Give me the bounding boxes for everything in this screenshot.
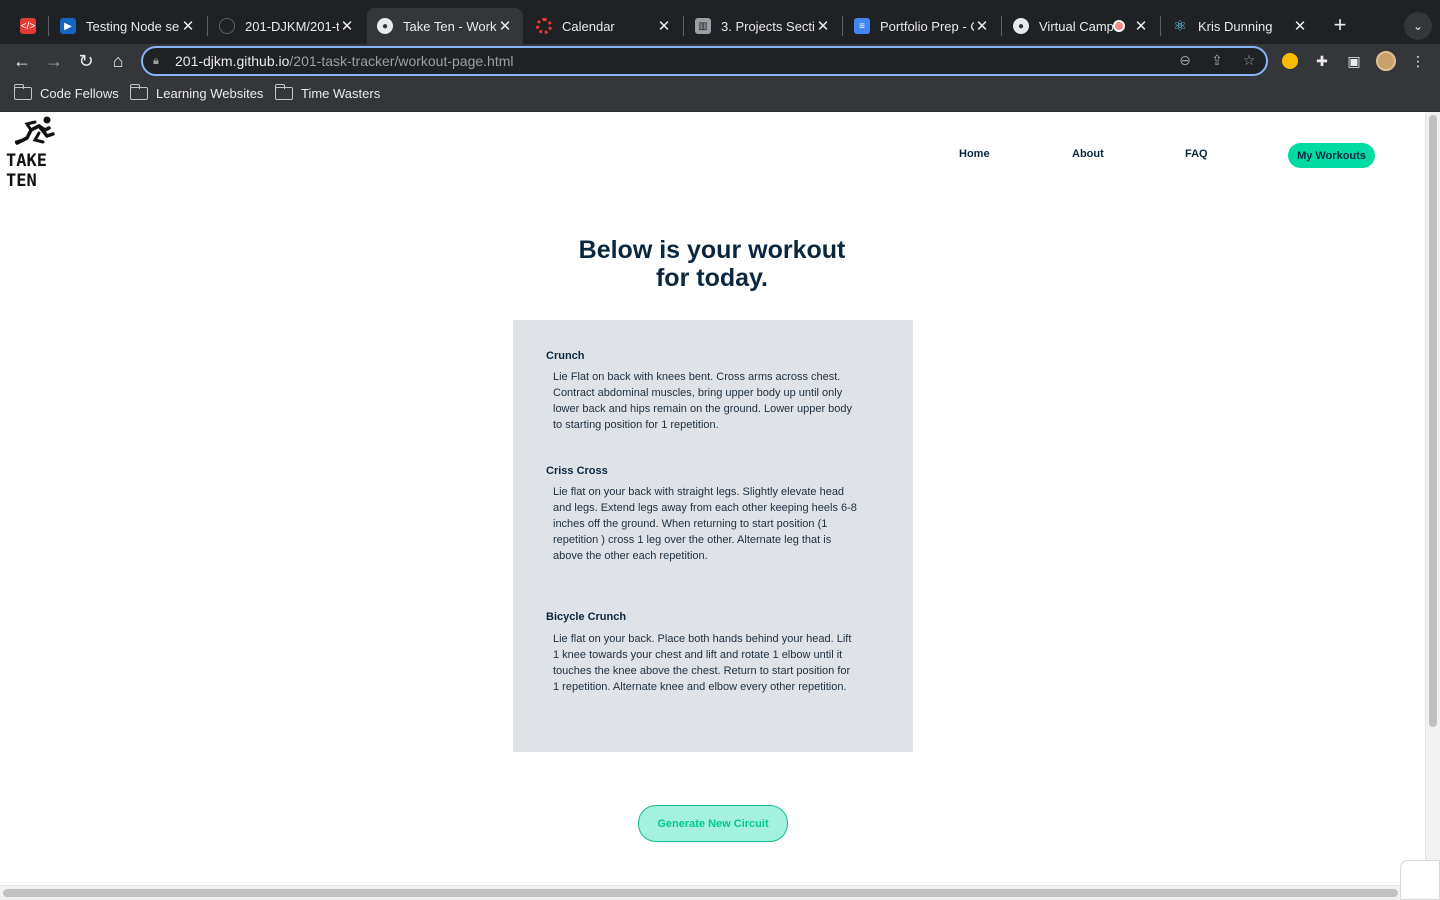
tab-calendar[interactable]: Calendar ✕ bbox=[526, 8, 682, 44]
nav-home[interactable]: Home bbox=[959, 148, 990, 160]
tab-testing-node[interactable]: ▶ Testing Node ser ✕ bbox=[50, 8, 206, 44]
tab-take-ten[interactable]: ● Take Ten - Worko ✕ bbox=[367, 8, 523, 44]
vertical-scrollbar-thumb[interactable] bbox=[1429, 115, 1437, 727]
vertical-scrollbar[interactable] bbox=[1425, 112, 1440, 900]
close-icon[interactable]: ✕ bbox=[180, 17, 196, 35]
globe-icon: ● bbox=[377, 18, 393, 34]
recording-icon bbox=[1113, 20, 1125, 32]
floating-widget[interactable] bbox=[1400, 860, 1440, 900]
nav-my-workouts[interactable]: My Workouts bbox=[1288, 143, 1375, 168]
horizontal-scrollbar[interactable] bbox=[0, 885, 1425, 900]
site-header: TAKE TEN Home About FAQ My Workouts bbox=[0, 112, 1425, 192]
page-title: Below is your workout for today. bbox=[578, 236, 846, 292]
react-icon: ⚛ bbox=[1173, 18, 1187, 35]
browser-toolbar: ← → ↻ ⌂ 🔒︎ 201-djkm.github.io/201-task-t… bbox=[0, 44, 1440, 78]
nav-about[interactable]: About bbox=[1072, 148, 1104, 160]
profile-avatar[interactable] bbox=[1376, 51, 1396, 71]
tab-virtual-camp[interactable]: ● Virtual Camp ✕ bbox=[1003, 8, 1159, 44]
tab-github[interactable]: 201-DJKM/201-t ✕ bbox=[209, 8, 365, 44]
exercise-name: Crunch bbox=[546, 350, 585, 362]
close-icon[interactable]: ✕ bbox=[339, 17, 355, 35]
globe-icon: ● bbox=[1013, 18, 1029, 34]
back-icon[interactable]: ← bbox=[10, 49, 34, 73]
bookmarks-bar: Code Fellows Learning Websites Time Wast… bbox=[0, 78, 1440, 112]
trello-icon: ▥ bbox=[695, 18, 711, 34]
bookmark-learning-websites[interactable]: Learning Websites bbox=[129, 84, 263, 101]
forward-icon[interactable]: → bbox=[42, 49, 66, 73]
exercise-description: Lie Flat on back with knees bent. Cross … bbox=[553, 371, 853, 431]
logo-text: TAKE TEN bbox=[6, 151, 47, 191]
home-icon[interactable]: ⌂ bbox=[106, 49, 130, 73]
close-icon[interactable]: ✕ bbox=[1133, 17, 1149, 35]
reload-icon[interactable]: ↻ bbox=[74, 49, 98, 73]
folder-icon bbox=[274, 84, 293, 100]
share-icon[interactable]: ⇪ bbox=[1208, 52, 1226, 69]
workout-card: Crunch Lie Flat on back with knees bent.… bbox=[513, 320, 913, 752]
zoom-icon[interactable]: ⊖ bbox=[1176, 52, 1194, 69]
github-icon bbox=[219, 18, 235, 34]
page-viewport: TAKE TEN Home About FAQ My Workouts Belo… bbox=[0, 112, 1440, 900]
close-icon[interactable]: ✕ bbox=[1292, 17, 1308, 35]
generate-new-circuit-button[interactable]: Generate New Circuit bbox=[638, 805, 788, 842]
new-tab-button[interactable]: + bbox=[1328, 14, 1352, 38]
horizontal-scrollbar-thumb[interactable] bbox=[3, 889, 1398, 897]
browser-tab-strip: </> ▶ Testing Node ser ✕ 201-DJKM/201-t … bbox=[0, 0, 1440, 44]
doc-icon: ≡ bbox=[854, 18, 870, 34]
exercise-name: Bicycle Crunch bbox=[546, 611, 627, 623]
bookmark-time-wasters[interactable]: Time Wasters bbox=[274, 84, 380, 101]
side-panel-icon[interactable]: ▣ bbox=[1344, 51, 1364, 71]
address-bar[interactable]: 🔒︎ 201-djkm.github.io/201-task-tracker/w… bbox=[141, 46, 1268, 76]
exercise-description: Lie flat on your back with straight legs… bbox=[553, 486, 857, 562]
folder-icon bbox=[13, 84, 32, 100]
close-icon[interactable]: ✕ bbox=[497, 17, 513, 35]
menu-kebab-icon[interactable]: ⋮ bbox=[1408, 51, 1428, 71]
tab-projects[interactable]: ▥ 3. Projects Secti ✕ bbox=[685, 8, 841, 44]
url-path: /201-task-tracker/workout-page.html bbox=[289, 53, 514, 69]
tab-kris-dunning[interactable]: ⚛ Kris Dunning ✕ bbox=[1162, 8, 1318, 44]
star-icon[interactable]: ☆ bbox=[1240, 52, 1258, 69]
runner-icon bbox=[14, 116, 55, 145]
logo[interactable]: TAKE TEN bbox=[3, 116, 73, 191]
extension-emoji-icon[interactable] bbox=[1280, 51, 1300, 71]
video-icon: ▶ bbox=[60, 18, 76, 34]
folder-icon bbox=[129, 84, 148, 100]
exercise-name: Criss Cross bbox=[546, 465, 608, 477]
calendar-icon bbox=[536, 18, 552, 34]
bookmark-code-fellows[interactable]: Code Fellows bbox=[13, 84, 119, 101]
extensions-puzzle-icon[interactable]: ✚ bbox=[1312, 51, 1332, 71]
exercise-description: Lie flat on your back. Place both hands … bbox=[553, 633, 852, 693]
close-icon[interactable]: ✕ bbox=[974, 17, 990, 35]
lock-icon[interactable]: 🔒︎ bbox=[153, 55, 167, 68]
tab-pinned[interactable]: </> bbox=[10, 8, 46, 44]
close-icon[interactable]: ✕ bbox=[656, 17, 672, 35]
url-host: 201-djkm.github.io bbox=[175, 53, 290, 69]
shield-icon: </> bbox=[20, 18, 36, 34]
nav-faq[interactable]: FAQ bbox=[1185, 148, 1208, 160]
tab-portfolio[interactable]: ≡ Portfolio Prep - C ✕ bbox=[844, 8, 1000, 44]
close-icon[interactable]: ✕ bbox=[815, 17, 831, 35]
tab-search-button[interactable]: ⌄ bbox=[1404, 12, 1432, 40]
